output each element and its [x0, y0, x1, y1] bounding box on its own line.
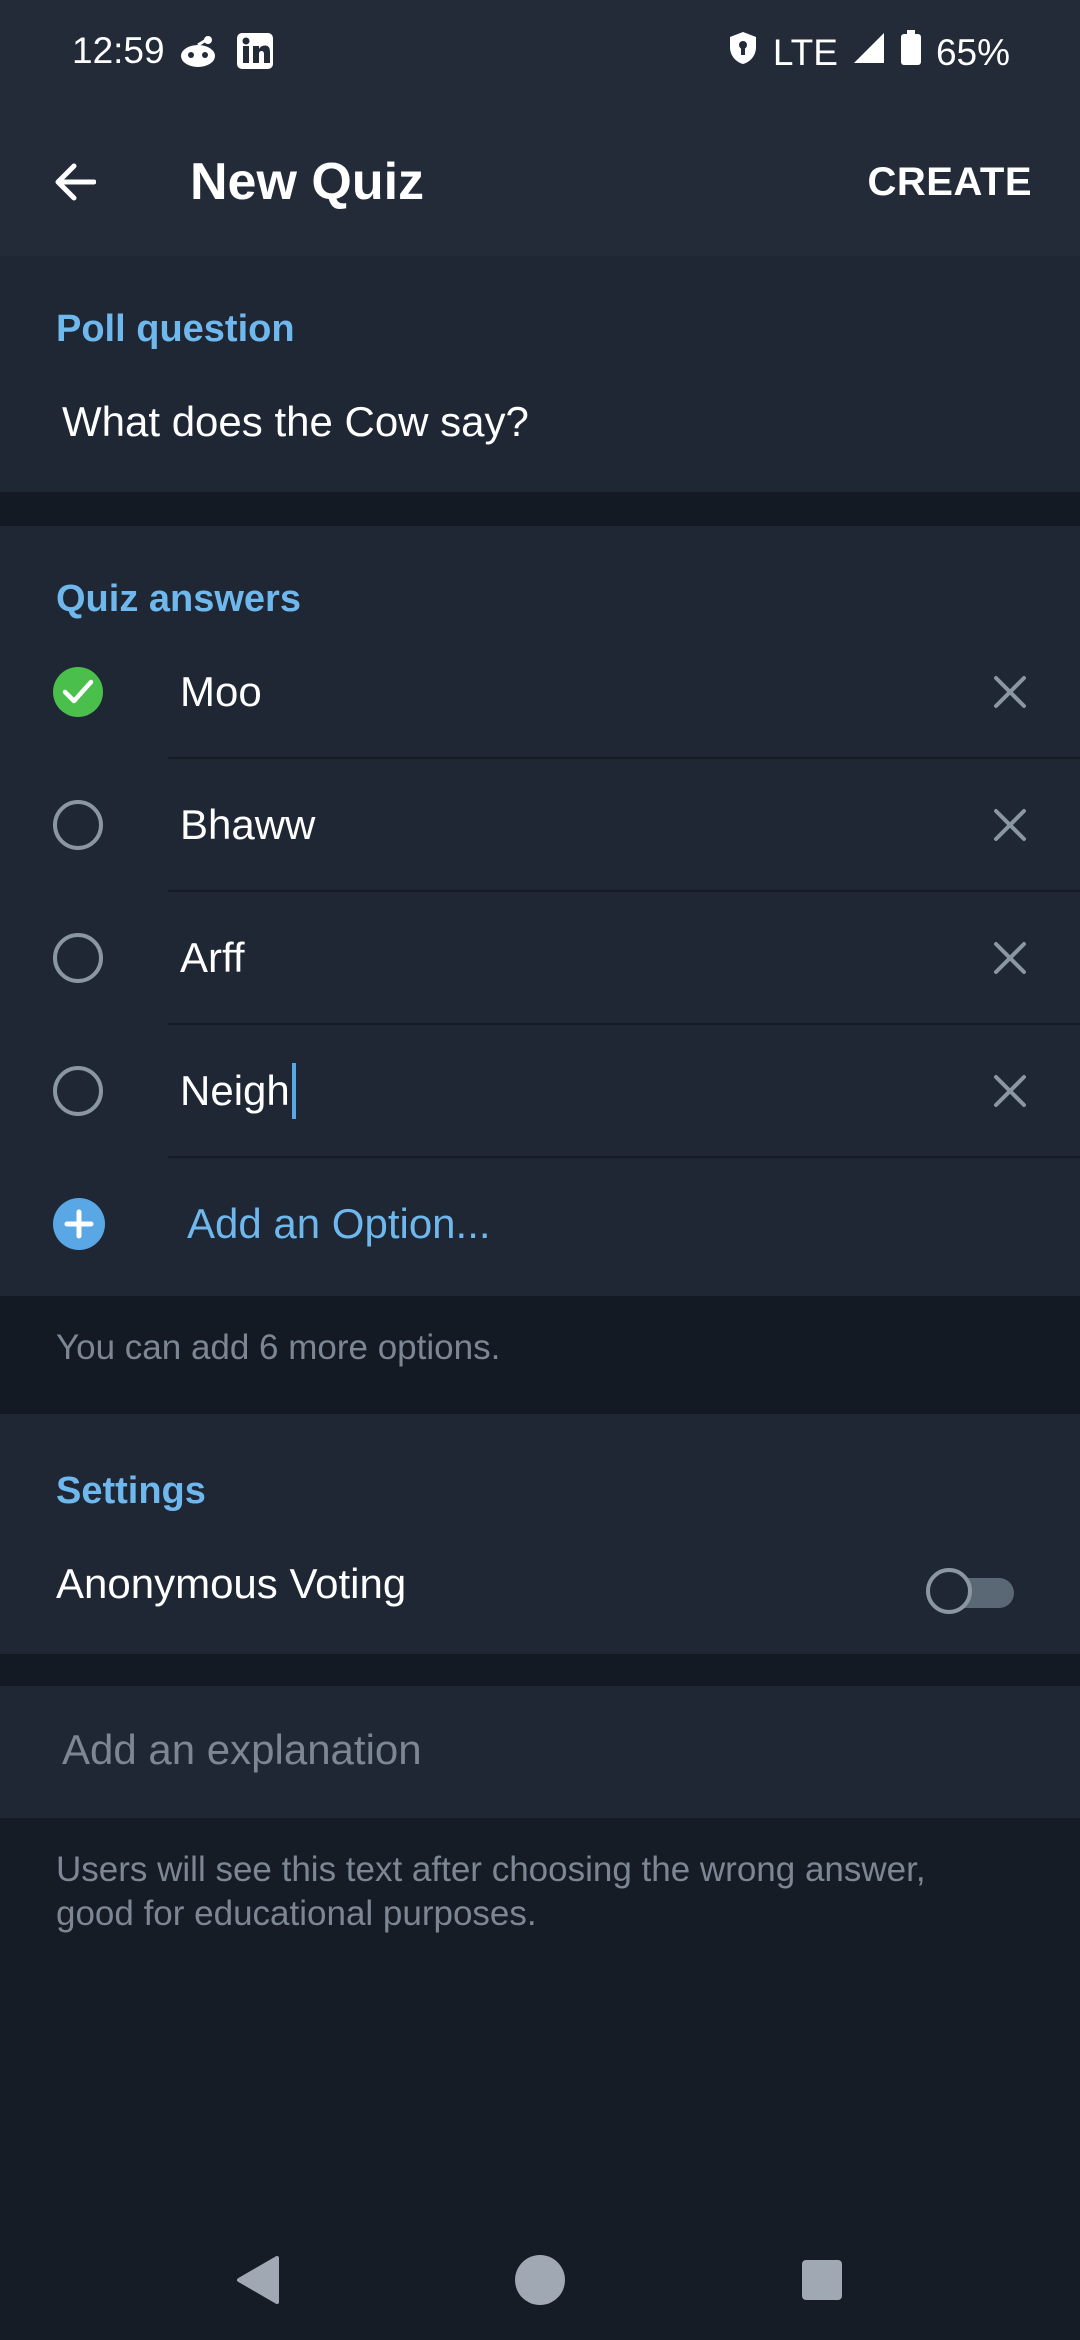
poll-question-header: Poll question [56, 308, 295, 350]
explanation-hint-line-2: good for educational purposes. [56, 1894, 537, 1933]
checkmark-icon [62, 679, 94, 704]
home-circle-icon [515, 2255, 565, 2305]
reddit-icon [178, 32, 218, 75]
close-icon [994, 942, 1026, 974]
section-separator [0, 1654, 1080, 1686]
linkedin-icon [236, 32, 274, 75]
create-button[interactable]: CREATE [868, 156, 1032, 208]
close-icon [994, 1075, 1026, 1107]
explanation-section: Add an explanation [0, 1686, 1080, 1818]
nav-back-button[interactable] [226, 2248, 290, 2312]
quiz-answers-header: Quiz answers [56, 578, 301, 620]
answer-radio[interactable] [53, 1066, 103, 1116]
settings-header: Settings [56, 1470, 206, 1512]
options-hint-area: You can add 6 more options. [0, 1296, 1080, 1414]
network-type: LTE [772, 31, 838, 73]
remove-answer-button[interactable] [980, 662, 1040, 722]
add-option-button[interactable]: Add an Option... [0, 1158, 1080, 1291]
anonymous-voting-label: Anonymous Voting [56, 1560, 407, 1607]
back-triangle-icon [237, 2256, 279, 2304]
answer-input[interactable]: Moo [180, 664, 262, 720]
toggle-thumb [926, 1568, 972, 1614]
text-cursor [291, 1063, 296, 1119]
add-circle-icon [53, 1198, 105, 1250]
app-bar: New Quiz CREATE [0, 108, 1080, 256]
answer-row: Arff [0, 892, 1080, 1025]
add-option-label: Add an Option... [187, 1200, 491, 1247]
remove-answer-button[interactable] [980, 928, 1040, 988]
explanation-hint-line-1: Users will see this text after choosing … [56, 1850, 926, 1889]
close-icon [994, 676, 1026, 708]
status-time: 12:59 [72, 30, 165, 71]
answer-row: Bhaww [0, 759, 1080, 892]
correct-answer-radio[interactable] [53, 667, 103, 717]
remove-answer-button[interactable] [980, 1061, 1040, 1121]
nav-home-button[interactable] [508, 2248, 572, 2312]
status-right: LTE 65% [727, 30, 1010, 75]
poll-question-input[interactable]: What does the Cow say? [62, 398, 529, 446]
quiz-answers-section: Quiz answers Moo Bhaww Arff Neigh Add an… [0, 526, 1080, 1296]
nav-recents-button[interactable] [790, 2248, 854, 2312]
answer-input-focused[interactable]: Neigh [180, 1063, 296, 1119]
answer-row: Neigh [0, 1025, 1080, 1158]
signal-icon [852, 31, 886, 74]
answer-row: Moo [0, 626, 1080, 759]
battery-icon [900, 30, 922, 75]
vpn-shield-icon [727, 30, 759, 75]
explanation-input[interactable]: Add an explanation [62, 1726, 422, 1774]
recents-square-icon [802, 2260, 842, 2300]
answer-input[interactable]: Arff [180, 930, 245, 986]
settings-section: Settings Anonymous Voting [0, 1414, 1080, 1654]
remove-answer-button[interactable] [980, 795, 1040, 855]
answer-radio[interactable] [53, 933, 103, 983]
back-arrow-icon [55, 163, 96, 201]
back-button[interactable] [40, 148, 108, 216]
battery-percent: 65% [935, 31, 1010, 73]
anonymous-voting-toggle[interactable] [926, 1566, 1016, 1618]
section-separator [0, 492, 1080, 526]
page-title: New Quiz [190, 153, 425, 211]
system-nav-bar [0, 2220, 1080, 2340]
status-bar: 12:59 LTE 65% [0, 0, 1080, 108]
close-icon [994, 809, 1026, 841]
answer-text: Neigh [180, 1067, 290, 1114]
poll-question-section: Poll question What does the Cow say? [0, 256, 1080, 492]
options-remaining-hint: You can add 6 more options. [56, 1328, 501, 1367]
answer-input[interactable]: Bhaww [180, 797, 315, 853]
answer-radio[interactable] [53, 800, 103, 850]
